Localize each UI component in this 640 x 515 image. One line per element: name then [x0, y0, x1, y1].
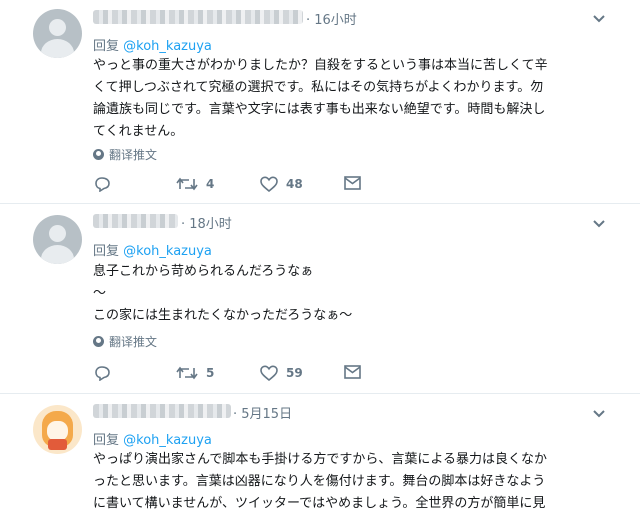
timestamp[interactable]: · 18小时: [181, 213, 232, 232]
reply-handle-link[interactable]: @koh_kazuya: [123, 433, 212, 448]
tweet-2[interactable]: · 18小时 回复 @koh_kazuya 息子これから苛められるんだろうなぁ …: [0, 204, 640, 393]
reply-icon: [95, 366, 110, 381]
tweet-text-line: ったと思います。言葉は凶器になり人を傷付けます。舞台の脚本は好きなよう: [93, 474, 546, 489]
like-count: 48: [286, 177, 303, 191]
reply-handle-link[interactable]: @koh_kazuya: [123, 39, 212, 54]
like-button[interactable]: 59: [260, 365, 303, 381]
tweet-text-line: ～: [93, 286, 107, 301]
tweet-text: やっぱり演出家さんで脚本も手掛ける方ですから、言葉による暴力は良くなか ったと思…: [93, 449, 613, 515]
timestamp-text: 16小时: [314, 13, 357, 28]
tweet-text-line: 論遺族も同じです。言葉や文字には表す事も出来ない絶望です。時間も解決し: [93, 102, 546, 117]
blurred-username[interactable]: [93, 214, 178, 228]
chevron-down-icon[interactable]: [592, 14, 606, 24]
reply-icon: [95, 177, 110, 192]
retweet-button[interactable]: 5: [176, 365, 214, 381]
retweet-icon: [176, 366, 198, 380]
like-button[interactable]: 48: [260, 176, 303, 192]
translate-tweet-link[interactable]: 翻译推文: [93, 146, 157, 163]
reply-handle-link[interactable]: @koh_kazuya: [123, 244, 212, 259]
avatar[interactable]: [33, 9, 82, 58]
message-icon: [344, 365, 361, 379]
translate-label: 翻译推文: [109, 335, 158, 349]
reply-prefix: 回复: [93, 244, 120, 259]
retweet-icon: [176, 177, 198, 191]
reply-prefix: 回复: [93, 39, 120, 54]
blurred-username[interactable]: [93, 404, 231, 418]
tweet-text-line: やっぱり演出家さんで脚本も手掛ける方ですから、言葉による暴力は良くなか: [93, 452, 547, 467]
timestamp-text: 5月15日: [241, 407, 293, 422]
retweet-button[interactable]: 4: [176, 176, 214, 192]
reply-button[interactable]: [94, 365, 111, 381]
reply-to-line: 回复 @koh_kazuya: [93, 240, 212, 259]
translate-tweet-link[interactable]: 翻译推文: [93, 333, 157, 350]
retweet-count: 4: [206, 177, 215, 191]
globe-icon: [93, 149, 104, 160]
tweet-text-line: くて押しつぶされて究極の選択です。私にはその気持ちがよくわかります。勿: [93, 80, 544, 95]
direct-message-button[interactable]: [344, 176, 361, 190]
direct-message-button[interactable]: [344, 365, 361, 379]
tweet-text-line: に書いて構いませんが、ツイッターではやめましょう。全世界の方が簡単に見: [93, 496, 546, 511]
tweet-text: やっと事の重大さがわかりましたか？自殺をするという事は本当に苦しくて辛 くて押し…: [93, 55, 613, 143]
timestamp[interactable]: · 16小时: [306, 9, 357, 28]
tweet-text-line: やっと事の重大さがわかりましたか？自殺をするという事は本当に苦しくて辛: [93, 58, 548, 73]
translate-label: 翻译推文: [109, 148, 158, 162]
globe-icon: [93, 336, 104, 347]
blurred-username[interactable]: [93, 10, 303, 24]
avatar-head-shape: [49, 19, 66, 36]
retweet-count: 5: [206, 366, 215, 380]
avatar[interactable]: [33, 405, 82, 454]
tweet-text-line: この家には生まれたくなかっただろうなぁ～: [93, 308, 353, 323]
timestamp-text: 18小时: [189, 217, 232, 232]
reply-button[interactable]: [94, 176, 111, 192]
like-count: 59: [286, 366, 303, 380]
reply-to-line: 回复 @koh_kazuya: [93, 429, 212, 448]
chevron-down-icon[interactable]: [592, 409, 606, 419]
tweet-1[interactable]: · 16小时 回复 @koh_kazuya やっと事の重大さがわかりましたか？自…: [0, 0, 640, 203]
chevron-down-icon[interactable]: [592, 219, 606, 229]
tweet-text: 息子これから苛められるんだろうなぁ ～ この家には生まれたくなかっただろうなぁ～: [93, 261, 613, 327]
tweet-text-line: てくれません。: [93, 124, 184, 139]
avatar-head-shape: [49, 225, 66, 242]
timestamp[interactable]: · 5月15日: [233, 403, 292, 422]
message-icon: [344, 176, 361, 190]
avatar-character-cheek: [47, 421, 68, 441]
reply-prefix: 回复: [93, 433, 120, 448]
avatar-body-shape: [41, 39, 74, 58]
heart-icon: [260, 176, 278, 192]
reply-to-line: 回复 @koh_kazuya: [93, 35, 212, 54]
avatar-body-shape: [41, 245, 74, 264]
tweet-text-line: 息子これから苛められるんだろうなぁ: [93, 264, 314, 279]
avatar-character-belly: [48, 439, 67, 450]
avatar[interactable]: [33, 215, 82, 264]
tweet-3[interactable]: · 5月15日 回复 @koh_kazuya やっぱり演出家さんで脚本も手掛ける…: [0, 394, 640, 511]
heart-icon: [260, 365, 278, 381]
